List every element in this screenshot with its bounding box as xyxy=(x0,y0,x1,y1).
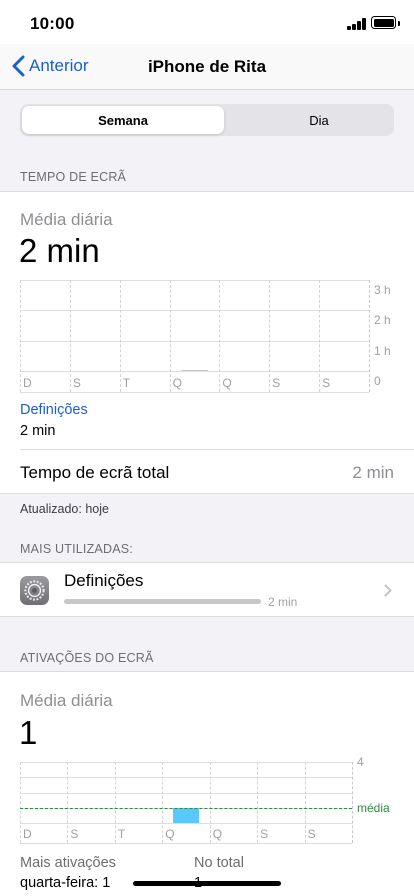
gridline xyxy=(20,280,369,281)
total-screen-time-label[interactable]: Tempo de ecrã total xyxy=(20,463,169,483)
y-tick-label: 3 h xyxy=(374,283,391,297)
axis-baseline xyxy=(20,843,352,844)
pickups-card: Média diária 1 4 D S T Q Q S Smédia Mais ativaç… xyxy=(0,671,414,896)
pickups-chart: 4 D S T Q Q S Smédia xyxy=(0,672,414,852)
most-pickups-label: Mais ativações xyxy=(20,855,116,871)
gridline xyxy=(20,762,352,763)
divider xyxy=(20,449,414,450)
day-label: S xyxy=(272,376,281,390)
screen-time-chart: 3 h 2 h 1 h 0 D S T Q Q S S xyxy=(0,192,414,402)
column-divider xyxy=(369,280,370,392)
usage-bar-mark xyxy=(180,369,209,371)
column-divider xyxy=(114,762,116,843)
pickup-bar-mark xyxy=(173,807,199,823)
status-time: 10:00 xyxy=(30,14,75,33)
day-label: Q xyxy=(212,827,223,841)
day-label: T xyxy=(117,827,126,841)
column-divider xyxy=(219,280,221,392)
day-label: Q xyxy=(165,827,175,841)
column-divider xyxy=(162,762,164,843)
page-title: iPhone de Rita xyxy=(147,57,267,76)
app-name: Definições xyxy=(64,571,144,590)
day-label: S xyxy=(72,376,81,390)
average-line xyxy=(20,807,352,809)
chevron-right-icon xyxy=(384,584,392,597)
battery-icon xyxy=(371,16,400,29)
y-tick-label: 1 h xyxy=(374,343,391,358)
home-indicator xyxy=(133,881,281,886)
screen-time-card: Média diária 2 min 3 h2 h1 h0DSTQQSS Def… xyxy=(0,191,414,494)
most-used-header: MAIS UTILIZADAS: xyxy=(20,542,133,556)
gridline xyxy=(20,777,352,779)
column-divider xyxy=(304,762,306,843)
column-divider xyxy=(257,762,259,843)
column-divider xyxy=(352,762,353,843)
settings-gear-icon xyxy=(20,576,49,605)
total-screen-time-value: 2 min xyxy=(352,463,394,482)
segment-week[interactable]: Semana xyxy=(22,106,224,134)
most-used-row[interactable]: Definições 2 min xyxy=(0,562,414,617)
column-divider xyxy=(20,280,21,392)
gridline xyxy=(20,310,369,312)
pickups-header: ATIVAÇÕES DO ECRÃ xyxy=(20,651,154,665)
gridline xyxy=(20,340,369,342)
column-divider xyxy=(119,280,121,392)
day-label: S xyxy=(307,827,316,841)
column-divider xyxy=(67,762,69,843)
y-tick-label: 2 h xyxy=(374,313,391,328)
axis-baseline xyxy=(20,392,369,393)
app-usage-time: 2 min xyxy=(268,595,298,609)
day-label: T xyxy=(122,376,131,390)
average-label: média xyxy=(357,800,390,815)
category-settings-value: 2 min xyxy=(20,423,56,439)
usage-bar xyxy=(64,599,261,604)
column-divider xyxy=(169,280,171,392)
most-pickups-value: quarta-feira: 1 xyxy=(20,875,111,891)
total-pickups-label: No total xyxy=(194,855,244,871)
column-divider xyxy=(319,280,321,392)
day-label: S xyxy=(70,827,79,841)
gridline xyxy=(20,371,369,372)
day-label: S xyxy=(322,376,331,390)
gridline xyxy=(20,823,352,824)
column-divider xyxy=(20,762,21,843)
category-settings-link[interactable]: Definições xyxy=(20,402,88,418)
day-label: Q xyxy=(172,376,182,390)
day-label: S xyxy=(260,827,269,841)
screen-time-header: TEMPO DE ECRÃ xyxy=(20,170,127,184)
navigation-bar: Anterior iPhone de Rita xyxy=(0,44,414,90)
y-tick-label: 0 xyxy=(374,374,381,388)
column-divider xyxy=(209,762,211,843)
column-divider xyxy=(269,280,271,392)
cellular-signal-icon xyxy=(347,18,367,30)
column-divider xyxy=(69,280,71,392)
day-label: D xyxy=(23,827,32,841)
status-bar: 10:00 xyxy=(0,0,414,44)
day-label: Q xyxy=(222,376,232,390)
updated-note: Atualizado: hoje xyxy=(20,502,109,516)
gridline xyxy=(20,792,352,794)
segment-day[interactable]: Dia xyxy=(226,106,412,134)
y-tick-label: 4 xyxy=(357,755,364,769)
period-segmented-control: Semana Dia xyxy=(20,104,394,136)
day-label: D xyxy=(23,376,32,390)
